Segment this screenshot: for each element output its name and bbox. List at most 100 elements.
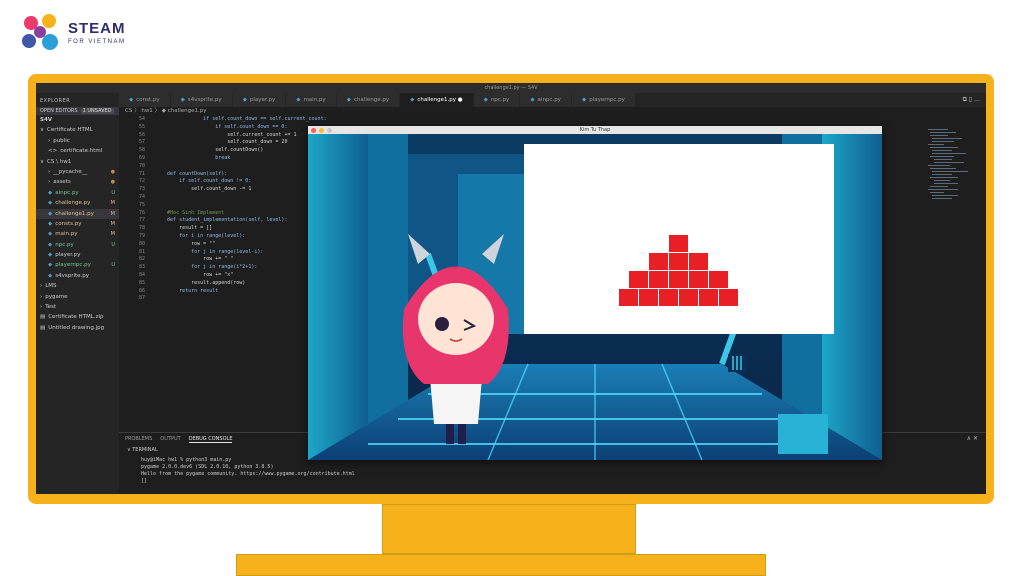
sidebar-item[interactable]: ◆ npc.py U	[36, 240, 119, 250]
sidebar-item[interactable]: ▤ Certificate HTML.zip	[36, 312, 119, 322]
sidebar-item[interactable]: ◆ playernpc.py U	[36, 260, 119, 270]
editor-tabs: ◆ const.py ◆ s4vsprite.py ◆ player.py ◆ main.py…	[119, 93, 986, 107]
sidebar-item[interactable]: ▤ Untitled drawing.jpg	[36, 323, 119, 333]
close-window-icon[interactable]	[311, 127, 316, 133]
maximize-window-icon[interactable]	[327, 127, 332, 133]
terminal-line: []	[141, 478, 148, 484]
editor-tab[interactable]: ◆ const.py	[119, 93, 171, 107]
tab-actions[interactable]: ⧉ ▯ …	[963, 93, 980, 107]
sidebar-item-label: challenge1.py	[55, 210, 94, 217]
sidebar-item[interactable]: ◆ challenge1.py M	[36, 208, 119, 219]
sidebar-item[interactable]: <> certificate.html	[36, 146, 119, 156]
explorer-sidebar: EXPLORER OPEN EDITORS 1 UNSAVED S4V ∨ Cer…	[36, 93, 119, 494]
terminal-header[interactable]: ∨ TERMINAL	[127, 447, 158, 453]
sidebar-item[interactable]: ◆ s4vsprite.py	[36, 271, 119, 281]
editor-tab[interactable]: ◆ challenge.py	[336, 93, 401, 107]
python-file-icon: ◆	[48, 272, 53, 279]
sidebar-item[interactable]: › pygame	[36, 292, 119, 302]
git-status-badge: U	[111, 189, 115, 196]
editor-tab[interactable]: ◆ npc.py	[473, 93, 521, 107]
pyramid-board	[524, 144, 834, 334]
code-text: row = ""	[155, 240, 216, 247]
sidebar-item[interactable]: ◆ ainpc.py U	[36, 188, 119, 198]
breadcrumb[interactable]: CS 〉 hw1 〉 ◆ challenge1.py	[119, 107, 525, 116]
editor-tab-label: npc.py	[490, 97, 510, 103]
sidebar-item-label: s4vsprite.py	[55, 272, 90, 279]
code-text: result.append(row)	[155, 279, 246, 286]
sidebar-item-label: Untitled drawing.jpg	[48, 324, 105, 331]
editor-tab[interactable]: ◆ ainpc.py	[520, 93, 572, 107]
line-number: 78	[138, 225, 145, 232]
folder-chevron-icon: ›	[48, 137, 51, 144]
pyramid-brick	[649, 253, 668, 270]
sidebar-item-label: player.py	[55, 252, 81, 259]
sidebar-item-label: CS \ hw1	[47, 158, 72, 165]
pyramid-brick	[669, 235, 688, 252]
sidebar-item[interactable]: ◆ challenge.py M	[36, 198, 119, 208]
editor-tab[interactable]: ◆ player.py	[232, 93, 287, 107]
python-file-icon: ◆	[242, 97, 247, 103]
vscode-window: challenge1.py — S4V EXPLORER OPEN EDITOR…	[36, 83, 986, 494]
minimap[interactable]	[926, 127, 974, 217]
pygame-window[interactable]: Kim Tu Thap	[308, 126, 882, 460]
sidebar-item-label: __pycache__	[53, 168, 88, 175]
python-file-icon: ◆	[48, 189, 53, 196]
sidebar-item[interactable]: › LMS	[36, 281, 119, 291]
editor-tab[interactable]: ◆ playernpc.py	[571, 93, 636, 107]
python-file-icon: ◆	[48, 262, 53, 269]
panel-tab[interactable]: PROBLEMS	[125, 436, 152, 443]
monitor-stand-base	[236, 554, 766, 576]
editor-tab-label: player.py	[249, 97, 276, 103]
sidebar-item-label: assets	[53, 179, 71, 186]
sidebar-item-label: main.py	[55, 231, 78, 238]
code-text: if self.count_down == 0:	[155, 123, 288, 130]
pyramid-brick	[619, 289, 638, 306]
sidebar-item-label: Test	[45, 304, 57, 311]
sidebar-item[interactable]: ◆ consts.py M	[36, 219, 119, 229]
terminal-line: pygame 2.0.0.dev6 (SDL 2.0.10, python 3.…	[141, 464, 274, 470]
line-number: 82	[138, 256, 145, 263]
unsaved-badge: 1 UNSAVED	[80, 108, 114, 114]
sidebar-item[interactable]: › Test	[36, 302, 119, 312]
code-text: for i in range(level):	[155, 233, 246, 239]
minimize-window-icon[interactable]	[319, 127, 324, 133]
pyramid-brick	[699, 289, 718, 306]
editor-tab[interactable]: ◆ challenge1.py ●	[400, 93, 474, 107]
panel-tab[interactable]: OUTPUT	[160, 436, 180, 443]
panel-tab[interactable]: DEBUG CONSOLE	[188, 436, 233, 443]
monitor-frame: challenge1.py — S4V EXPLORER OPEN EDITOR…	[28, 74, 994, 504]
line-number: 74	[138, 194, 145, 200]
sidebar-item[interactable]: › assets ●	[36, 177, 119, 187]
line-number: 57	[138, 139, 145, 146]
editor-tab[interactable]: ◆ main.py	[286, 93, 337, 107]
editor-tab-label: challenge.py	[353, 97, 390, 103]
sidebar-item[interactable]: ◆ player.py	[36, 250, 119, 260]
open-editors-section[interactable]: OPEN EDITORS 1 UNSAVED	[36, 107, 119, 115]
sidebar-item-label: playernpc.py	[55, 262, 91, 269]
python-file-icon: ◆	[48, 210, 53, 217]
line-number: 71	[138, 170, 145, 177]
sidebar-item-label: Certificate HTML	[47, 127, 93, 134]
pyramid-brick	[669, 253, 688, 270]
panel-tabs: PROBLEMS OUTPUT DEBUG CONSOLE	[125, 436, 233, 443]
sidebar-item[interactable]: ∨ CS \ hw1	[36, 157, 119, 167]
sidebar-item-label: npc.py	[55, 241, 74, 248]
window-title: challenge1.py — S4V	[36, 83, 986, 93]
sidebar-item[interactable]: ◆ main.py M	[36, 229, 119, 239]
editor-tab-label: const.py	[136, 97, 160, 103]
sidebar-item-label: challenge.py	[55, 200, 91, 207]
sidebar-item[interactable]: › __pycache__ ●	[36, 167, 119, 177]
code-text: self.current_count += 1	[155, 131, 297, 138]
editor-tab-label: challenge1.py ●	[417, 97, 463, 103]
folder-chevron-icon: ›	[40, 283, 43, 290]
file-icon: ▤	[40, 324, 46, 331]
git-status-badge: ●	[110, 168, 115, 175]
line-number: 80	[138, 240, 145, 247]
sidebar-item[interactable]: ∨ Certificate HTML	[36, 125, 119, 135]
git-status-badge: ●	[110, 179, 115, 186]
editor-tab[interactable]: ◆ s4vsprite.py	[170, 93, 233, 107]
panel-controls[interactable]: ∧ ✕	[967, 435, 978, 442]
game-scene[interactable]	[308, 134, 882, 460]
workspace-root[interactable]: S4V	[36, 115, 119, 125]
sidebar-item[interactable]: › public	[36, 136, 119, 146]
